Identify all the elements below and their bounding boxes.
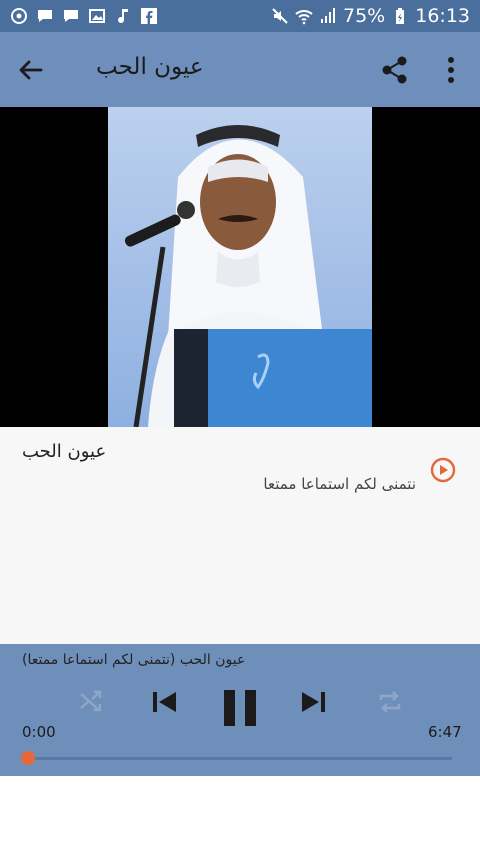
status-notifications xyxy=(10,7,158,25)
share-button[interactable] xyxy=(380,54,410,86)
share-icon xyxy=(382,56,407,84)
back-button[interactable] xyxy=(14,54,46,86)
now-playing-title: (نتمنى لكم استماعا ممتعا) عيون الحب xyxy=(22,652,246,668)
more-vert-icon xyxy=(448,57,454,83)
next-button[interactable] xyxy=(300,688,328,720)
status-bar: 75% 16:13 xyxy=(0,0,480,32)
play-track-button[interactable] xyxy=(430,457,456,483)
app-bar: عيون الحب xyxy=(0,32,480,107)
seek-bar-thumb[interactable] xyxy=(21,751,35,765)
wifi-icon xyxy=(295,7,313,25)
more-options-button[interactable] xyxy=(440,54,462,86)
battery-icon xyxy=(391,7,409,25)
total-time: 6:47 xyxy=(428,723,462,741)
clock: 16:13 xyxy=(415,5,470,27)
album-art xyxy=(108,107,372,427)
track-list: عيون الحب نتمنى لكم استماعا ممتعا xyxy=(0,427,480,644)
shuffle-icon xyxy=(80,690,102,712)
image-icon xyxy=(88,7,106,25)
previous-button[interactable] xyxy=(150,688,178,720)
page-title: عيون الحب xyxy=(96,54,204,80)
arrow-back-icon xyxy=(19,60,43,80)
track-subtitle: نتمنى لكم استماعا ممتعا xyxy=(263,475,416,493)
album-art-container xyxy=(0,107,480,427)
chat-icon xyxy=(36,7,54,25)
shuffle-button[interactable] xyxy=(78,688,104,718)
elapsed-time: 0:00 xyxy=(22,723,56,741)
player-panel: (نتمنى لكم استماعا ممتعا) عيون الحب 0:00… xyxy=(0,644,480,776)
pause-icon xyxy=(224,690,256,726)
battery-percent: 75% xyxy=(343,5,386,27)
repeat-icon xyxy=(379,691,401,713)
vine-icon xyxy=(10,7,28,25)
signal-icon xyxy=(319,7,337,25)
repeat-button[interactable] xyxy=(376,688,404,720)
seek-bar[interactable] xyxy=(28,757,452,760)
status-system: 75% 16:13 xyxy=(271,5,470,27)
facebook-icon xyxy=(140,7,158,25)
pause-button[interactable] xyxy=(222,688,258,732)
play-circle-icon xyxy=(430,457,456,483)
skip-next-icon xyxy=(302,692,325,712)
music-note-icon xyxy=(114,7,132,25)
track-title: عيون الحب xyxy=(22,441,107,462)
skip-previous-icon xyxy=(153,692,176,712)
message-icon xyxy=(62,7,80,25)
mute-icon xyxy=(271,7,289,25)
